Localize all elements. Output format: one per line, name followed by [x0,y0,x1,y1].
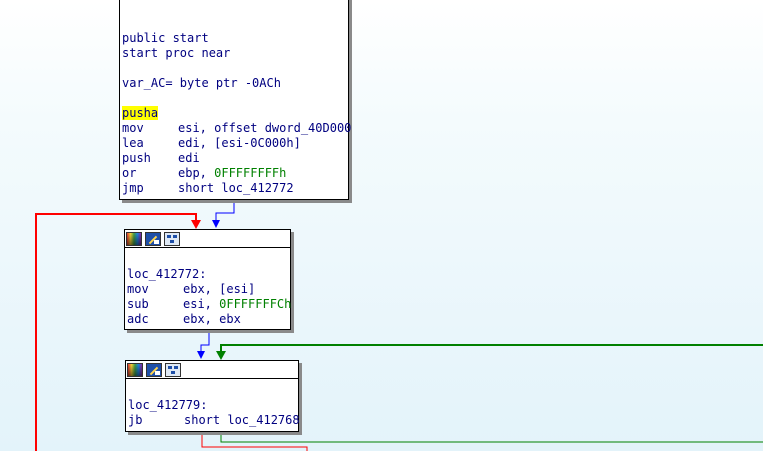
jump-target[interactable]: short loc_412768 [184,413,300,427]
code-block-start[interactable]: public start start proc near var_AC= byt… [119,0,351,200]
numeric-operand: 0FFFFFFFCh [219,297,292,311]
edge-blue-arrowhead-1 [212,220,220,228]
edge-blue-arrowhead-2 [197,351,205,359]
instruction-line: adc ebx, ebx [127,312,290,327]
var-declaration: var_AC= byte ptr -0ACh [122,76,281,90]
edge-green-from-loc-412779 [220,432,763,443]
operands: edi, [esi-0C000h] [178,136,301,150]
graph-view-icon[interactable] [164,231,180,246]
mnemonic: or [122,166,137,180]
mnemonic: jb [128,413,143,427]
code-block-loc-412772[interactable]: loc_412772: mov ebx, [esi] sub esi, 0FFFFF… [124,229,291,330]
mnemonic: lea [122,136,144,150]
public-declaration: public start [122,31,209,45]
edge-blue-start-to-loc-412772 [215,200,235,222]
node-header-toolbar [125,230,290,248]
edge-blue-loc-412772-to-loc-412779 [200,330,210,353]
instruction-line: mov esi, offset dword_40D000 [122,121,351,136]
node-header-toolbar [126,361,298,379]
location-label[interactable]: loc_412772: [127,267,290,282]
mnemonic: sub [127,297,149,311]
edge-red-arrowhead [191,220,201,229]
mnemonic: push [122,151,151,165]
location-label[interactable]: loc_412779: [128,398,298,413]
jump-target[interactable]: short loc_412772 [178,181,294,195]
edge-red-from-loc-412779 [201,432,308,451]
graph-edges [35,200,763,451]
operands: ebx, ebx [183,312,241,326]
instruction-line: pusha [122,106,348,121]
mnemonic: mov [127,282,149,296]
edge-green-to-loc-412779 [220,344,763,353]
instruction-line: sub esi, 0FFFFFFFCh [127,297,292,312]
instruction-line: push edi [122,151,348,166]
rename-icon[interactable] [146,362,162,377]
highlighted-mnemonic[interactable]: pusha [122,106,159,120]
code-block-loc-412779[interactable]: loc_412779: jb short loc_412768 [125,360,300,432]
proc-declaration: start proc near [122,46,231,60]
edge-green-arrowhead [216,351,226,360]
instruction-line: jmp short loc_412772 [122,181,348,196]
mnemonic: mov [122,121,144,135]
instruction-line: lea edi, [esi-0C000h] [122,136,348,151]
operands: edi [178,151,200,165]
instruction-line: or ebp, 0FFFFFFFFh [122,166,348,181]
mnemonic: adc [127,312,149,326]
numeric-operand: 0FFFFFFFFh [214,166,287,180]
instruction-line: jb short loc_412768 [128,413,300,428]
operands: esi, [183,297,220,311]
operands[interactable]: esi, offset dword_40D000 [178,121,351,135]
instruction-line: mov ebx, [esi] [127,282,290,297]
operands: ebx, [esi] [183,282,256,296]
operands: ebp, [178,166,215,180]
color-palette-icon[interactable] [126,231,142,246]
graph-view[interactable]: public start start proc near var_AC= byt… [0,0,763,451]
mnemonic: jmp [122,181,144,195]
rename-icon[interactable] [145,231,161,246]
graph-view-icon[interactable] [165,362,181,377]
color-palette-icon[interactable] [127,362,143,377]
